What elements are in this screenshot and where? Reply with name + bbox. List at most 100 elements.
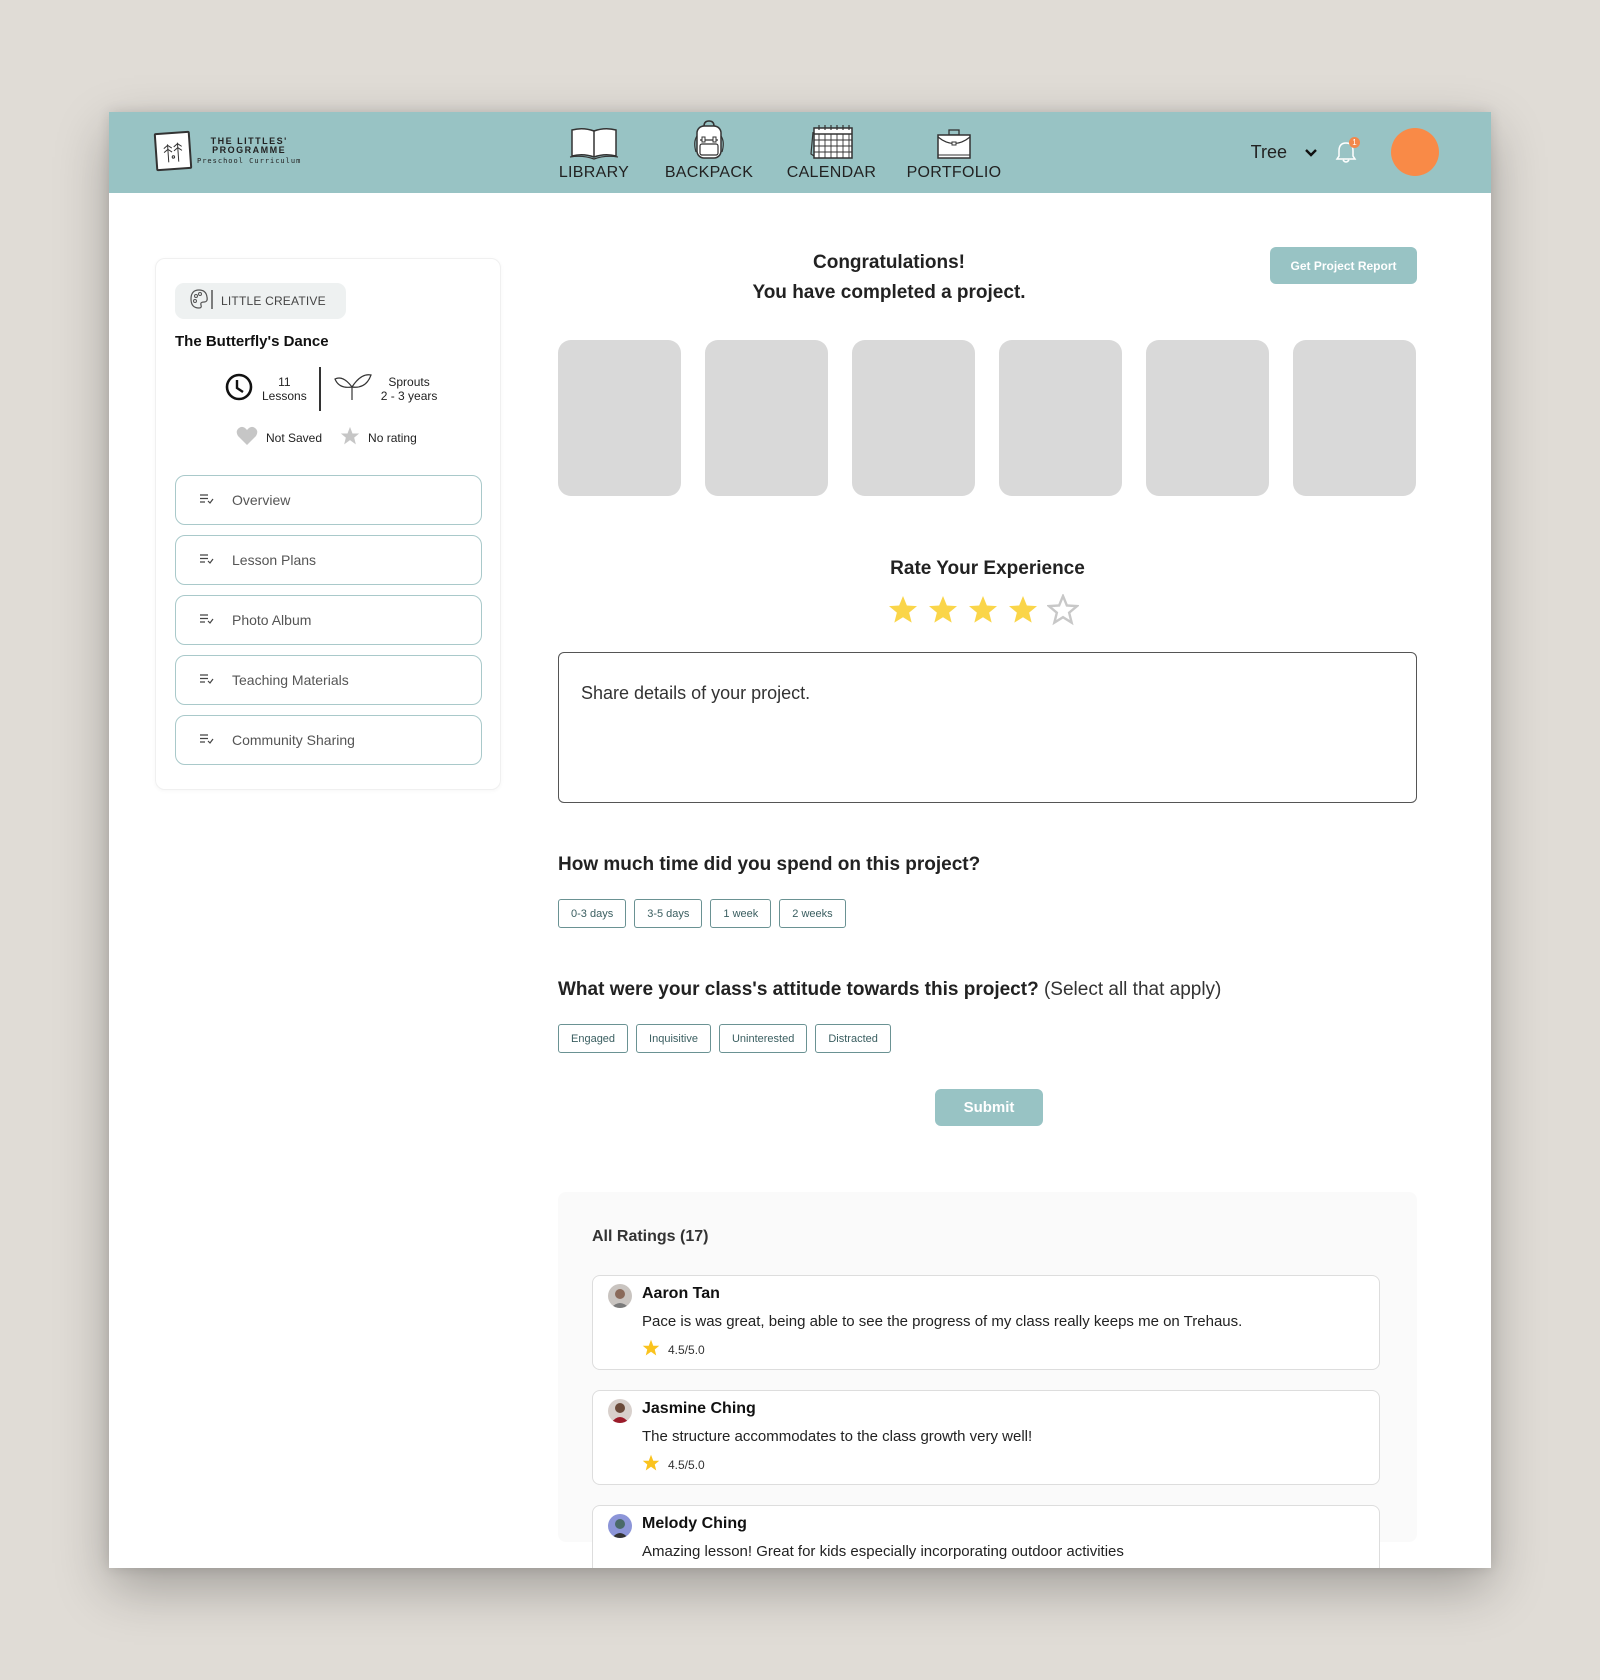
attitude-option-chip[interactable]: Uninterested (718, 1024, 808, 1053)
menu-item-label: Teaching Materials (232, 672, 349, 688)
checklist-icon (200, 553, 216, 567)
attitude-options: Engaged Inquisitive Uninterested Distracted (558, 1024, 891, 1053)
nav-calendar[interactable]: CALENDAR (779, 118, 884, 182)
photo-placeholder[interactable] (1293, 340, 1416, 496)
time-option-chip[interactable]: 3-5 days (634, 899, 703, 928)
submit-button[interactable]: Submit (935, 1089, 1043, 1126)
time-option-chip[interactable]: 1 week (710, 899, 772, 928)
project-title: The Butterfly's Dance (175, 333, 329, 350)
photo-placeholder[interactable] (705, 340, 828, 496)
project-info-card: LITTLE CREATIVE The Butterfly's Dance 11… (155, 258, 501, 790)
congrats-subheading: You have completed a project. (752, 282, 1026, 303)
review-card: Melody Ching Amazing lesson! Great for k… (592, 1505, 1380, 1568)
rating-status: No rating (368, 430, 417, 445)
reviewer-name: Melody Ching (642, 1515, 747, 1532)
star-filled-icon[interactable] (1007, 594, 1039, 626)
project-meta: 11 Lessons Sprouts 2 - 3 years (224, 367, 437, 411)
lessons-count: 11 (278, 374, 291, 389)
star-filled-icon[interactable] (927, 594, 959, 626)
chevron-down-icon[interactable] (1305, 144, 1317, 162)
review-card: Aaron Tan Pace is was great, being able … (592, 1275, 1380, 1370)
attitude-question-row: What were your class's attitude towards … (558, 979, 1221, 1001)
menu-item-lesson-plans[interactable]: Lesson Plans (175, 535, 482, 585)
star-rating-input (887, 594, 1079, 626)
logo-title-line2: PROGRAMME (212, 145, 287, 156)
time-options: 0-3 days 3-5 days 1 week 2 weeks (558, 899, 846, 928)
notification-bell-icon[interactable]: 1 (1335, 137, 1360, 164)
checklist-icon (200, 493, 216, 507)
category-badge: LITTLE CREATIVE (175, 283, 346, 319)
menu-item-label: Photo Album (232, 612, 312, 628)
star-icon (642, 1454, 660, 1475)
menu-item-photo-album[interactable]: Photo Album (175, 595, 482, 645)
nav-backpack[interactable]: BACKPACK (639, 118, 779, 182)
lessons-label: Lessons (262, 389, 307, 403)
review-text: Amazing lesson! Great for kids especiall… (642, 1543, 1124, 1560)
photo-placeholder[interactable] (558, 340, 681, 496)
reviewer-avatar (608, 1284, 632, 1308)
notification-badge: 1 (1349, 137, 1360, 148)
rate-experience-title: Rate Your Experience (890, 558, 1085, 579)
attitude-option-chip[interactable]: Inquisitive (636, 1024, 711, 1053)
logo-book-icon (153, 130, 193, 172)
top-navigation-bar: THE LITTLES' PROGRAMME Preschool Curricu… (109, 112, 1491, 193)
time-option-chip[interactable]: 0-3 days (558, 899, 627, 928)
sprout-icon (333, 373, 373, 406)
heart-icon[interactable] (236, 426, 258, 449)
calendar-icon (809, 118, 855, 160)
menu-item-label: Overview (232, 492, 291, 508)
nav-portfolio-label: PORTFOLIO (906, 164, 1002, 181)
nav-library-label: LIBRARY (558, 164, 630, 181)
time-question: How much time did you spend on this proj… (558, 854, 981, 875)
photo-placeholder[interactable] (999, 340, 1122, 496)
completion-message: Congratulations! You have completed a pr… (649, 252, 1129, 304)
main-nav: LIBRARY BACKPACK CALENDAR PORTFOLIO (549, 118, 1024, 182)
attitude-option-chip[interactable]: Engaged (558, 1024, 629, 1053)
project-menu: Overview Lesson Plans Photo Album Teachi… (175, 475, 482, 775)
photo-placeholder[interactable] (1146, 340, 1269, 496)
saved-status: Not Saved (266, 430, 323, 445)
book-icon (569, 118, 619, 160)
age-group: Sprouts (388, 374, 430, 389)
review-score: 4.5/5.0 (668, 1342, 705, 1357)
reviewer-avatar (608, 1399, 632, 1423)
review-score: 4.5/5.0 (668, 1457, 705, 1472)
nav-library[interactable]: LIBRARY (549, 118, 639, 182)
all-ratings-section: All Ratings (17) Aaron Tan Pace is was g… (558, 1192, 1417, 1568)
age-range: 2 - 3 years (380, 389, 438, 403)
menu-item-community-sharing[interactable]: Community Sharing (175, 715, 482, 765)
star-icon (642, 1339, 660, 1360)
nav-calendar-label: CALENDAR (786, 164, 877, 181)
review-text: Pace is was great, being able to see the… (642, 1313, 1243, 1330)
reviewer-avatar (608, 1514, 632, 1538)
user-area: Tree 1 (1251, 128, 1439, 176)
app-window: THE LITTLES' PROGRAMME Preschool Curricu… (109, 112, 1491, 1568)
reviewer-name: Aaron Tan (642, 1285, 720, 1302)
get-project-report-button[interactable]: Get Project Report (1270, 247, 1417, 284)
project-stats: Not Saved No rating (236, 426, 435, 449)
menu-item-overview[interactable]: Overview (175, 475, 482, 525)
nav-portfolio[interactable]: PORTFOLIO (884, 118, 1024, 182)
clock-icon (224, 372, 254, 407)
ratings-title: All Ratings (17) (592, 1228, 709, 1245)
logo[interactable]: THE LITTLES' PROGRAMME Preschool Curricu… (153, 130, 302, 172)
menu-item-label: Community Sharing (232, 732, 355, 748)
time-option-chip[interactable]: 2 weeks (779, 899, 846, 928)
star-icon (340, 426, 360, 449)
user-name-dropdown[interactable]: Tree (1251, 142, 1287, 163)
star-filled-icon[interactable] (967, 594, 999, 626)
palette-icon (189, 288, 215, 315)
star-empty-icon[interactable] (1047, 594, 1079, 626)
attitude-option-chip[interactable]: Distracted (815, 1024, 891, 1053)
review-card: Jasmine Ching The structure accommodates… (592, 1390, 1380, 1485)
briefcase-icon (936, 118, 972, 160)
checklist-icon (200, 613, 216, 627)
user-avatar[interactable] (1391, 128, 1439, 176)
photo-placeholder[interactable] (852, 340, 975, 496)
photo-gallery (558, 340, 1416, 496)
logo-subtitle: Preschool Curriculum (197, 156, 302, 165)
star-filled-icon[interactable] (887, 594, 919, 626)
project-details-input[interactable] (558, 652, 1417, 803)
menu-item-teaching-materials[interactable]: Teaching Materials (175, 655, 482, 705)
congrats-heading: Congratulations! (813, 252, 965, 273)
